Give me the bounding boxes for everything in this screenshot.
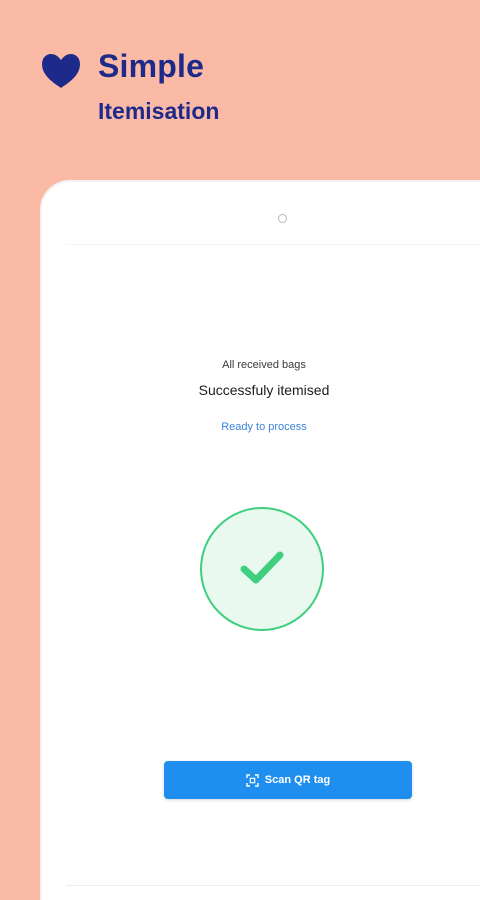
bottom-divider — [66, 885, 480, 886]
tablet-frame: All received bags Successfuly itemised R… — [40, 180, 480, 900]
heart-icon — [42, 54, 80, 88]
qr-scan-icon — [246, 773, 259, 787]
brand-title: Simple — [98, 48, 205, 84]
page: Simple Itemisation All received bags Suc… — [0, 0, 480, 900]
brand-subtitle: Itemisation — [98, 98, 220, 124]
ready-to-process-link[interactable]: Ready to process — [66, 421, 462, 433]
check-icon — [240, 551, 284, 584]
status-headline: Successfuly itemised — [198, 382, 330, 398]
scan-qr-tag-button[interactable]: Scan QR tag — [164, 761, 412, 799]
success-indicator — [200, 507, 324, 631]
app-screen: All received bags Successfuly itemised R… — [66, 244, 480, 886]
camera-dot — [278, 214, 287, 223]
status-caption: All received bags — [222, 359, 306, 371]
scan-qr-tag-label: Scan QR tag — [264, 774, 331, 786]
